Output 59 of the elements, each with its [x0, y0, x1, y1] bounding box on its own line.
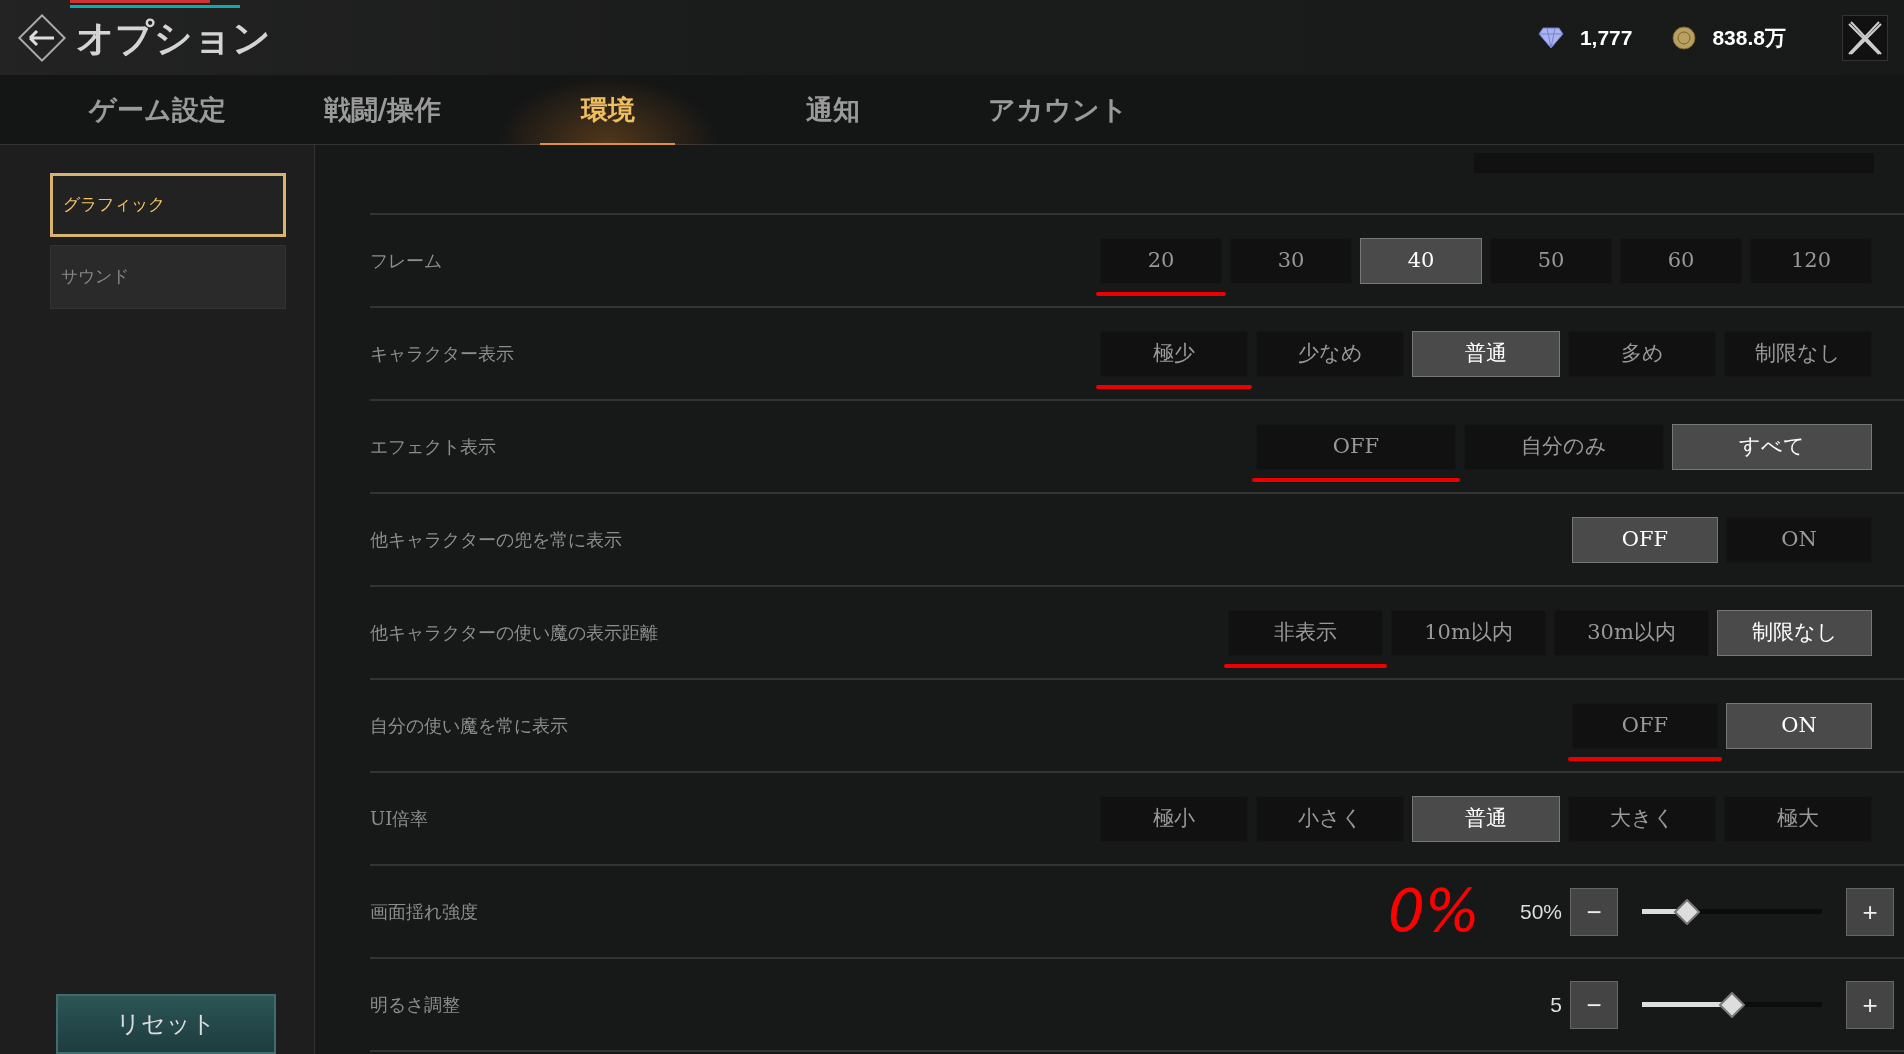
setting-label: エフェクト表示 [370, 435, 496, 459]
option-button[interactable]: 制限なし [1717, 609, 1872, 656]
option-button[interactable]: 制限なし [1724, 330, 1872, 377]
option-button[interactable]: 多め [1568, 330, 1716, 377]
close-button[interactable] [1842, 14, 1888, 61]
option-button[interactable]: すべて [1672, 423, 1872, 470]
annotation-text: 0% [1387, 876, 1480, 947]
option-button[interactable]: 普通 [1412, 330, 1560, 377]
option-button[interactable]: 20 [1100, 237, 1222, 284]
plus-button[interactable]: + [1846, 887, 1894, 936]
option-button[interactable]: 大きく [1568, 795, 1716, 842]
tab[interactable]: 通知 [720, 75, 945, 145]
setting-label: UI倍率 [370, 807, 429, 831]
currency-amount: 1,777 [1579, 24, 1633, 51]
slider-value: 50% [1519, 898, 1562, 925]
sidebar-item[interactable]: グラフィック [50, 173, 286, 237]
option-button[interactable]: 30 [1230, 237, 1352, 284]
option-button[interactable]: ON [1726, 702, 1872, 749]
setting-label: フレーム [370, 249, 442, 273]
option-button[interactable]: 自分のみ [1464, 423, 1664, 470]
option-button[interactable]: OFF [1572, 516, 1718, 563]
plus-button[interactable]: + [1846, 980, 1894, 1029]
option-button[interactable]: OFF [1256, 423, 1456, 470]
slider-thumb[interactable] [1719, 991, 1745, 1018]
coin-icon [1672, 25, 1697, 50]
slider-value: 5 [1550, 991, 1562, 1018]
minus-button[interactable]: − [1570, 980, 1618, 1029]
option-button[interactable]: 極少 [1100, 330, 1248, 377]
window-title: オプション [76, 14, 271, 62]
setting-label: キャラクター表示 [370, 342, 514, 366]
option-button[interactable]: 10m以内 [1391, 609, 1546, 656]
sidebar-item[interactable]: サウンド [50, 245, 286, 309]
tab[interactable]: アカウント [945, 75, 1170, 145]
option-button[interactable]: 少なめ [1256, 330, 1404, 377]
setting-label: 明るさ調整 [370, 993, 460, 1017]
back-button[interactable] [16, 11, 68, 64]
setting-label: 他キャラクターの兜を常に表示 [370, 528, 622, 552]
option-button[interactable]: OFF [1572, 702, 1718, 749]
currency-amount: 838.8万 [1712, 24, 1786, 51]
setting-label: 画面揺れ強度 [370, 900, 478, 924]
option-button[interactable]: 普通 [1412, 795, 1560, 842]
option-button[interactable]: 50 [1490, 237, 1612, 284]
reset-button[interactable]: リセット [56, 994, 276, 1054]
gem-icon [1537, 26, 1564, 49]
option-button[interactable]: 30m以内 [1554, 609, 1709, 656]
setting-label: 自分の使い魔を常に表示 [370, 714, 568, 738]
slider-thumb[interactable] [1674, 898, 1700, 925]
option-button[interactable]: 極小 [1100, 795, 1248, 842]
setting-label: 他キャラクターの使い魔の表示距離 [370, 621, 658, 645]
option-button[interactable]: 120 [1750, 237, 1872, 284]
option-button[interactable]: 小さく [1256, 795, 1404, 842]
option-button[interactable]: 非表示 [1228, 609, 1383, 656]
option-button[interactable]: ON [1726, 516, 1872, 563]
minus-button[interactable]: − [1570, 887, 1618, 936]
tab[interactable]: 戦闘/操作 [270, 75, 495, 145]
tab[interactable]: ゲーム設定 [45, 75, 270, 145]
option-button[interactable]: 60 [1620, 237, 1742, 284]
option-button[interactable]: 極大 [1724, 795, 1872, 842]
option-button[interactable]: 40 [1360, 237, 1482, 284]
